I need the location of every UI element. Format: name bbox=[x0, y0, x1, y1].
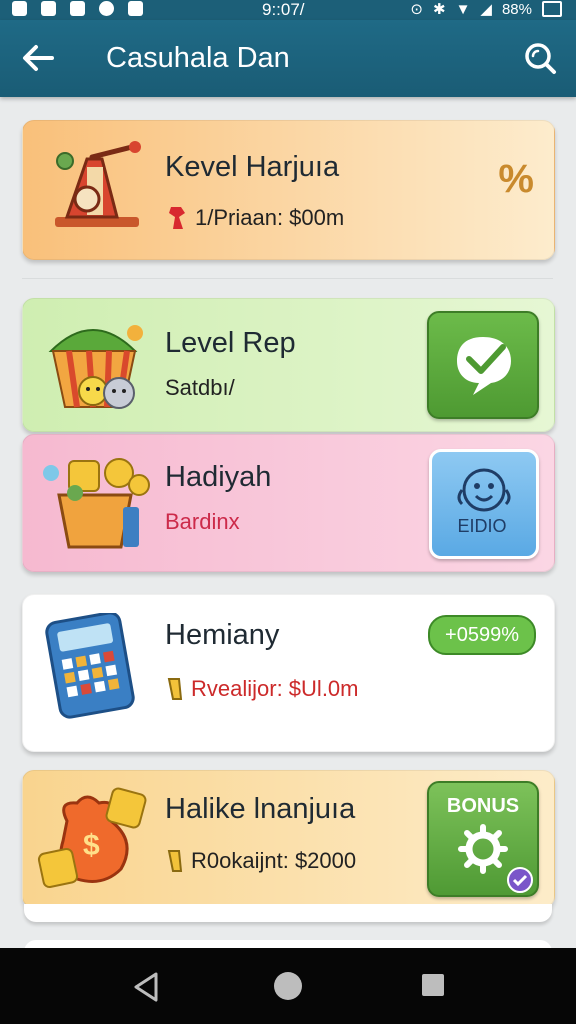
card-subtitle-row: R0okaijnt: $2000 bbox=[165, 847, 356, 875]
back-button[interactable] bbox=[18, 38, 58, 78]
svg-text:$: $ bbox=[83, 829, 100, 862]
status-time: 9::07/ bbox=[262, 0, 305, 19]
search-icon bbox=[525, 43, 556, 74]
navigation-bar bbox=[0, 948, 576, 1024]
nav-home-button[interactable] bbox=[272, 970, 304, 1002]
chat-check-button[interactable] bbox=[427, 311, 539, 419]
chat-check-icon bbox=[457, 337, 511, 395]
alarm-icon: ⊙ bbox=[410, 1, 423, 18]
image-notification-icon bbox=[12, 1, 27, 16]
smiley-icon bbox=[457, 468, 511, 512]
yellow-tag-icon bbox=[167, 678, 183, 700]
list-item-card-3[interactable]: Hadiyah Bardinx EIDIO bbox=[22, 434, 555, 572]
list-item-card-4[interactable]: Hemiany Rvealijor: $Ul.0m +0599% bbox=[22, 594, 555, 752]
nav-back-button[interactable] bbox=[132, 970, 162, 1004]
status-indicators: ⊙ ✱ ▼ ◢ 88% bbox=[410, 0, 562, 18]
button-label: BONUS bbox=[446, 795, 520, 817]
card-subtitle-row: Rvealijor: $Ul.0m bbox=[165, 675, 359, 703]
calculator-illustration-icon bbox=[45, 613, 135, 719]
smiley-button[interactable]: EIDIO bbox=[429, 449, 539, 559]
catapult-illustration-icon bbox=[55, 141, 141, 227]
card-subtitle-row: 1/Priaan: $00m bbox=[165, 203, 344, 233]
list-item-card-5[interactable]: $ Halike lnanjuıa R0okaijnt: $2000 BONUS bbox=[22, 770, 555, 908]
check-badge-icon bbox=[507, 867, 533, 893]
card-title: Hemiany bbox=[165, 619, 280, 651]
card-subtitle: Satdbı/ bbox=[165, 375, 235, 400]
bluetooth-icon: ✱ bbox=[432, 1, 446, 18]
coin-basket-illustration-icon bbox=[43, 458, 150, 549]
divider bbox=[22, 278, 553, 279]
sync-notification-icon bbox=[99, 1, 114, 16]
card-title: Hadiyah bbox=[165, 461, 272, 493]
card-subtitle: 1/Priaan: $00m bbox=[195, 205, 345, 230]
yellow-tag-icon bbox=[167, 850, 183, 872]
card-subtitle: R0okaijnt: $2000 bbox=[191, 848, 357, 873]
fruit-basket-illustration-icon bbox=[48, 325, 143, 409]
growth-badge: +0599% bbox=[428, 615, 536, 655]
card-title: Kevel Harjuıa bbox=[165, 151, 340, 183]
list-item-card-2[interactable]: Level Rep Satdbı/ bbox=[22, 298, 555, 432]
wifi-icon: ▼ bbox=[455, 0, 471, 18]
percent-badge: % bbox=[498, 157, 534, 201]
nav-recents-button[interactable] bbox=[420, 972, 446, 998]
card-title: Level Rep bbox=[165, 327, 296, 359]
status-bar: 9::07/ ⊙ ✱ ▼ ◢ 88% bbox=[0, 0, 576, 20]
notification-icons bbox=[12, 1, 143, 16]
battery-percent: 88% bbox=[501, 0, 532, 18]
money-bag-illustration-icon: $ bbox=[37, 787, 147, 889]
app-notification-icon bbox=[128, 1, 143, 16]
battery-icon bbox=[542, 1, 562, 17]
growth-badge-text: +0599% bbox=[445, 624, 519, 646]
list-item-card-1[interactable]: Kevel Harjuıa 1/Priaan: $00m % bbox=[22, 120, 555, 260]
grid-notification-icon bbox=[70, 1, 85, 16]
app-bar: Casuhala Dan bbox=[0, 20, 576, 97]
card-subtitle: Rvealijor: $Ul.0m bbox=[191, 676, 359, 701]
button-label: EIDIO bbox=[457, 516, 507, 536]
arrow-left-icon bbox=[23, 45, 54, 71]
card-edge bbox=[24, 904, 552, 922]
bonus-button[interactable]: BONUS bbox=[427, 781, 539, 897]
gear-icon bbox=[458, 824, 508, 874]
card-title: Halike lnanjuıa bbox=[165, 793, 356, 825]
signal-icon: ◢ bbox=[480, 1, 492, 18]
page-title: Casuhala Dan bbox=[106, 42, 290, 74]
card-subtitle: Bardinx bbox=[165, 509, 240, 534]
gallery-notification-icon bbox=[41, 1, 56, 16]
search-button[interactable] bbox=[520, 38, 560, 78]
red-tag-icon bbox=[169, 207, 185, 229]
